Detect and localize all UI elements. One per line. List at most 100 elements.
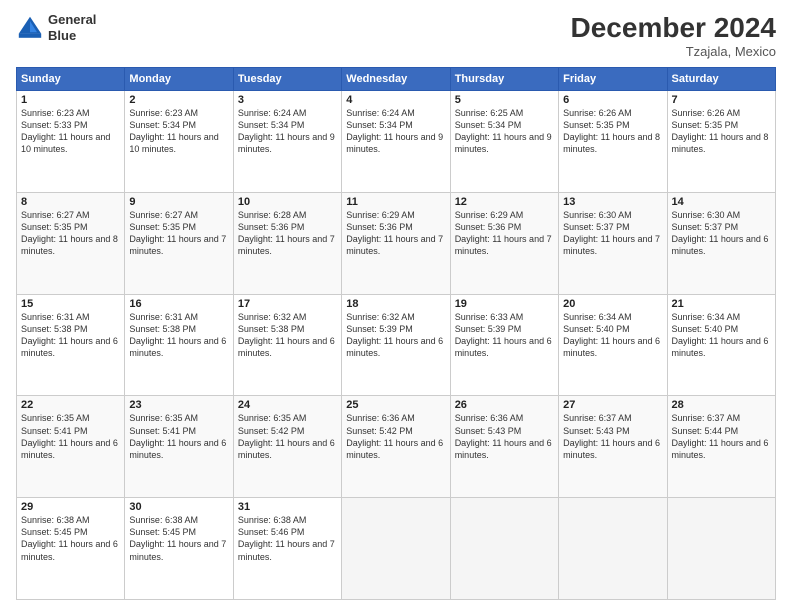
day-number: 20 [563,298,662,310]
calendar-cell: 14Sunrise: 6:30 AM Sunset: 5:37 PM Dayli… [667,192,775,294]
day-number: 10 [238,196,337,208]
month-title: December 2024 [571,12,776,44]
day-number: 9 [129,196,228,208]
calendar-cell [559,498,667,600]
calendar-cell: 22Sunrise: 6:35 AM Sunset: 5:41 PM Dayli… [17,396,125,498]
day-detail: Sunrise: 6:29 AM Sunset: 5:36 PM Dayligh… [455,209,554,258]
calendar-cell: 8Sunrise: 6:27 AM Sunset: 5:35 PM Daylig… [17,192,125,294]
day-detail: Sunrise: 6:26 AM Sunset: 5:35 PM Dayligh… [563,107,662,156]
header-wednesday: Wednesday [342,68,450,91]
day-detail: Sunrise: 6:37 AM Sunset: 5:44 PM Dayligh… [672,412,771,461]
calendar-week-row: 8Sunrise: 6:27 AM Sunset: 5:35 PM Daylig… [17,192,776,294]
day-detail: Sunrise: 6:25 AM Sunset: 5:34 PM Dayligh… [455,107,554,156]
header-friday: Friday [559,68,667,91]
day-number: 22 [21,399,120,411]
day-detail: Sunrise: 6:35 AM Sunset: 5:42 PM Dayligh… [238,412,337,461]
calendar-week-row: 15Sunrise: 6:31 AM Sunset: 5:38 PM Dayli… [17,294,776,396]
day-detail: Sunrise: 6:28 AM Sunset: 5:36 PM Dayligh… [238,209,337,258]
calendar-cell: 30Sunrise: 6:38 AM Sunset: 5:45 PM Dayli… [125,498,233,600]
calendar-cell: 13Sunrise: 6:30 AM Sunset: 5:37 PM Dayli… [559,192,667,294]
calendar-cell: 7Sunrise: 6:26 AM Sunset: 5:35 PM Daylig… [667,91,775,193]
day-detail: Sunrise: 6:24 AM Sunset: 5:34 PM Dayligh… [238,107,337,156]
day-number: 26 [455,399,554,411]
day-detail: Sunrise: 6:32 AM Sunset: 5:39 PM Dayligh… [346,311,445,360]
calendar-cell: 10Sunrise: 6:28 AM Sunset: 5:36 PM Dayli… [233,192,341,294]
header-tuesday: Tuesday [233,68,341,91]
day-number: 13 [563,196,662,208]
calendar-cell: 20Sunrise: 6:34 AM Sunset: 5:40 PM Dayli… [559,294,667,396]
calendar-cell: 17Sunrise: 6:32 AM Sunset: 5:38 PM Dayli… [233,294,341,396]
day-number: 27 [563,399,662,411]
day-number: 16 [129,298,228,310]
day-number: 11 [346,196,445,208]
calendar-cell: 18Sunrise: 6:32 AM Sunset: 5:39 PM Dayli… [342,294,450,396]
day-detail: Sunrise: 6:33 AM Sunset: 5:39 PM Dayligh… [455,311,554,360]
calendar-cell: 26Sunrise: 6:36 AM Sunset: 5:43 PM Dayli… [450,396,558,498]
calendar-cell [342,498,450,600]
day-detail: Sunrise: 6:34 AM Sunset: 5:40 PM Dayligh… [563,311,662,360]
day-detail: Sunrise: 6:27 AM Sunset: 5:35 PM Dayligh… [21,209,120,258]
day-detail: Sunrise: 6:36 AM Sunset: 5:43 PM Dayligh… [455,412,554,461]
header-monday: Monday [125,68,233,91]
calendar-cell [450,498,558,600]
calendar-cell: 4Sunrise: 6:24 AM Sunset: 5:34 PM Daylig… [342,91,450,193]
day-detail: Sunrise: 6:23 AM Sunset: 5:34 PM Dayligh… [129,107,228,156]
calendar-cell: 23Sunrise: 6:35 AM Sunset: 5:41 PM Dayli… [125,396,233,498]
day-detail: Sunrise: 6:24 AM Sunset: 5:34 PM Dayligh… [346,107,445,156]
day-number: 15 [21,298,120,310]
day-number: 17 [238,298,337,310]
day-detail: Sunrise: 6:30 AM Sunset: 5:37 PM Dayligh… [563,209,662,258]
day-number: 14 [672,196,771,208]
calendar-cell: 6Sunrise: 6:26 AM Sunset: 5:35 PM Daylig… [559,91,667,193]
calendar-cell: 29Sunrise: 6:38 AM Sunset: 5:45 PM Dayli… [17,498,125,600]
day-detail: Sunrise: 6:38 AM Sunset: 5:45 PM Dayligh… [21,514,120,563]
day-detail: Sunrise: 6:38 AM Sunset: 5:45 PM Dayligh… [129,514,228,563]
day-number: 24 [238,399,337,411]
calendar-week-row: 22 Sunrise: 6:35 AM Sunset: 5:41 PM Dayli… [17,396,776,498]
calendar-week-row: 29Sunrise: 6:38 AM Sunset: 5:45 PM Dayli… [17,498,776,600]
calendar-table: Sunday Monday Tuesday Wednesday Thursday… [16,67,776,600]
calendar-header: Sunday Monday Tuesday Wednesday Thursday… [17,68,776,91]
header-thursday: Thursday [450,68,558,91]
header-sunday: Sunday [17,68,125,91]
calendar-cell: 19Sunrise: 6:33 AM Sunset: 5:39 PM Dayli… [450,294,558,396]
day-detail: Sunrise: 6:37 AM Sunset: 5:43 PM Dayligh… [563,412,662,461]
title-block: December 2024 Tzajala, Mexico [571,12,776,59]
header-row: Sunday Monday Tuesday Wednesday Thursday… [17,68,776,91]
calendar-cell: 21Sunrise: 6:34 AM Sunset: 5:40 PM Dayli… [667,294,775,396]
header: General Blue December 2024 Tzajala, Mexi… [16,12,776,59]
day-detail: Sunrise: 6:29 AM Sunset: 5:36 PM Dayligh… [346,209,445,258]
calendar-cell: 31Sunrise: 6:38 AM Sunset: 5:46 PM Dayli… [233,498,341,600]
calendar-cell: 25Sunrise: 6:36 AM Sunset: 5:42 PM Dayli… [342,396,450,498]
calendar-body: 1Sunrise: 6:23 AM Sunset: 5:33 PM Daylig… [17,91,776,600]
day-number: 1 [21,94,120,106]
logo-line2: Blue [48,28,96,44]
day-detail: Sunrise: 6:26 AM Sunset: 5:35 PM Dayligh… [672,107,771,156]
calendar-cell [667,498,775,600]
calendar-cell: 24Sunrise: 6:35 AM Sunset: 5:42 PM Dayli… [233,396,341,498]
day-detail: Sunrise: 6:23 AM Sunset: 5:33 PM Dayligh… [21,107,120,156]
day-number: 3 [238,94,337,106]
logo: General Blue [16,12,96,43]
day-detail: Sunrise: 6:32 AM Sunset: 5:38 PM Dayligh… [238,311,337,360]
calendar-cell: 3Sunrise: 6:24 AM Sunset: 5:34 PM Daylig… [233,91,341,193]
day-number: 7 [672,94,771,106]
day-detail: Sunrise: 6:30 AM Sunset: 5:37 PM Dayligh… [672,209,771,258]
logo-icon [16,14,44,42]
calendar-cell: 9Sunrise: 6:27 AM Sunset: 5:35 PM Daylig… [125,192,233,294]
day-detail: Sunrise: 6:35 AM Sunset: 5:41 PM Dayligh… [129,412,228,461]
calendar-cell: 11Sunrise: 6:29 AM Sunset: 5:36 PM Dayli… [342,192,450,294]
day-number: 23 [129,399,228,411]
day-number: 30 [129,501,228,513]
calendar-cell: 16Sunrise: 6:31 AM Sunset: 5:38 PM Dayli… [125,294,233,396]
day-number: 6 [563,94,662,106]
calendar-cell: 27Sunrise: 6:37 AM Sunset: 5:43 PM Dayli… [559,396,667,498]
day-number: 25 [346,399,445,411]
day-number: 19 [455,298,554,310]
day-detail: Sunrise: 6:38 AM Sunset: 5:46 PM Dayligh… [238,514,337,563]
day-detail: Sunrise: 6:36 AM Sunset: 5:42 PM Dayligh… [346,412,445,461]
page: General Blue December 2024 Tzajala, Mexi… [0,0,792,612]
day-number: 4 [346,94,445,106]
calendar-cell: 2Sunrise: 6:23 AM Sunset: 5:34 PM Daylig… [125,91,233,193]
day-number: 2 [129,94,228,106]
